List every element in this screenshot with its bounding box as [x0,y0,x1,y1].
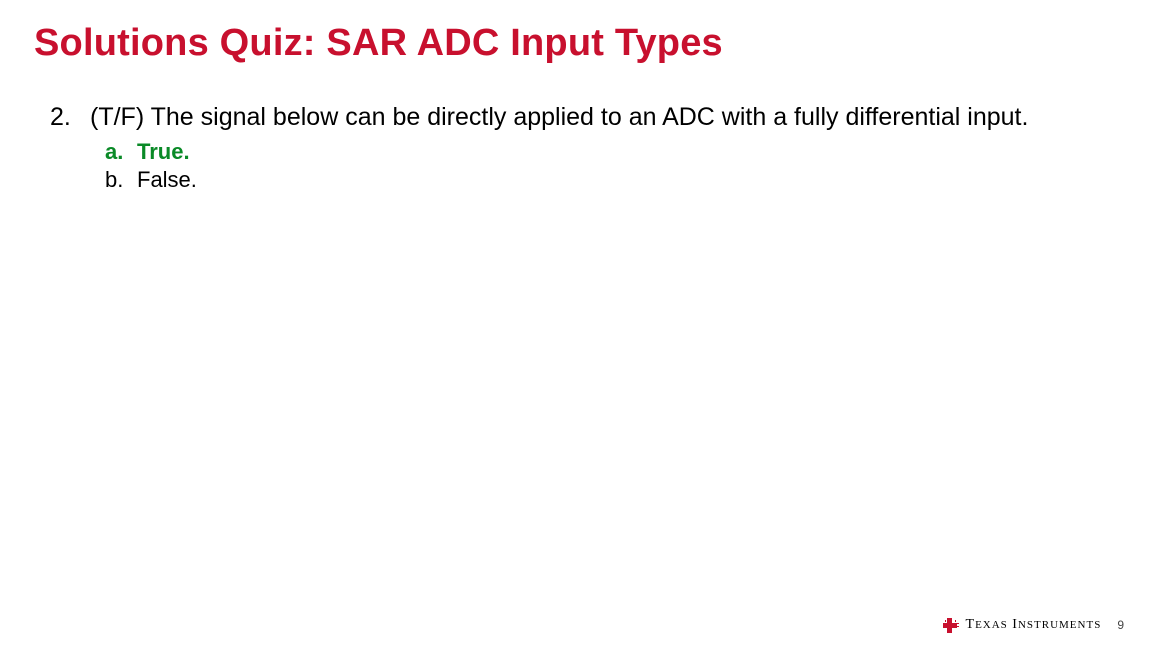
answer-letter: a. [105,139,127,165]
question-text: (T/F) The signal below can be directly a… [90,102,1028,133]
ti-chip-icon [940,616,960,634]
slide: Solutions Quiz: SAR ADC Input Types 2. (… [0,0,1152,648]
answer-list: a. True. b. False. [105,139,1070,193]
answer-b: b. False. [105,167,1070,193]
question-row: 2. (T/F) The signal below can be directl… [50,102,1070,133]
content-area: 2. (T/F) The signal below can be directl… [50,102,1070,193]
answer-text: True. [137,139,190,165]
slide-title: Solutions Quiz: SAR ADC Input Types [34,22,723,65]
footer: TEXAS INSTRUMENTS 9 [940,616,1125,634]
ti-wordmark: TEXAS INSTRUMENTS [966,617,1102,633]
ti-logo: TEXAS INSTRUMENTS [940,616,1102,634]
question-number: 2. [50,102,78,133]
answer-a: a. True. [105,139,1070,165]
page-number: 9 [1117,618,1124,632]
answer-text: False. [137,167,197,193]
answer-letter: b. [105,167,127,193]
